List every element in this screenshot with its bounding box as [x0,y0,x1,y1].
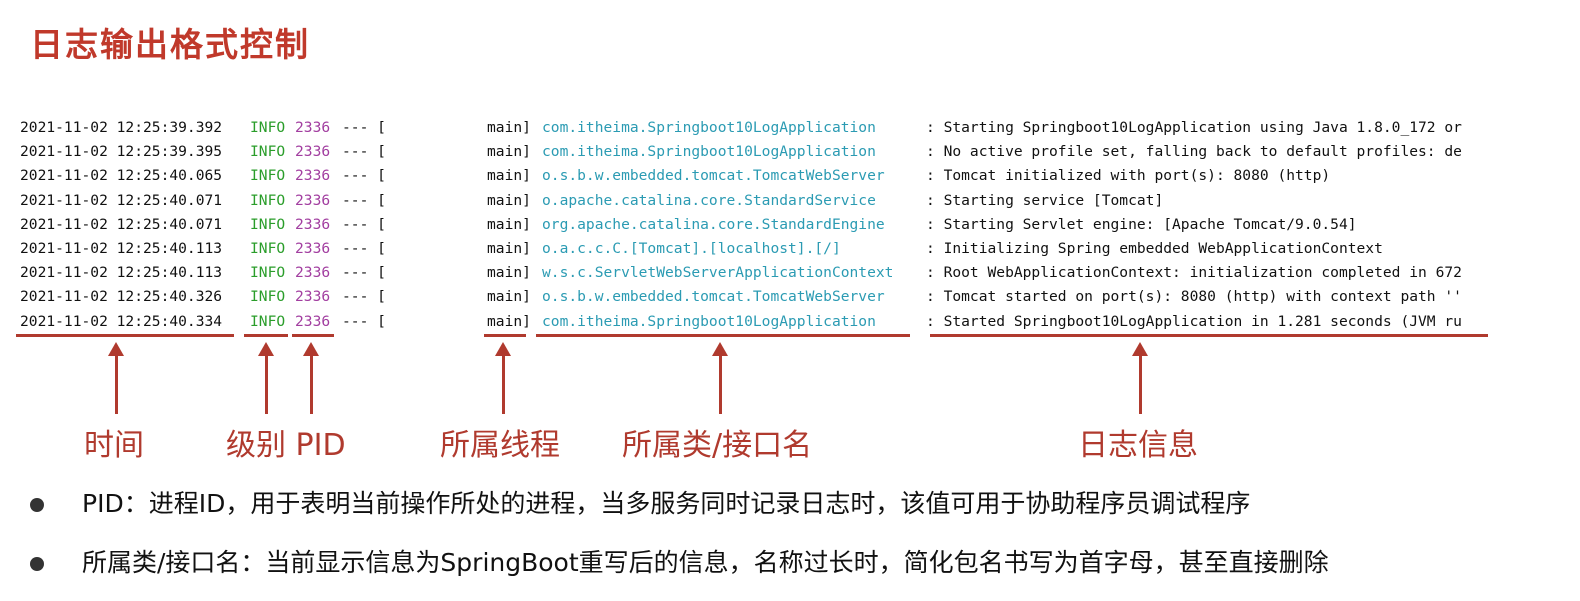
log-level: INFO [250,312,286,330]
log-separator: --- [ [342,239,386,257]
log-message: : Tomcat started on port(s): 8080 (http)… [926,288,1462,306]
log-message: : Root WebApplicationContext: initializa… [926,264,1462,282]
log-row: 2021-11-02 12:25:39.395 INFO 2336 --- [ … [20,140,1462,164]
level-underline [244,334,288,337]
log-message: : Initializing Spring embedded WebApplic… [926,239,1383,257]
log-pid: 2336 [295,239,331,257]
log-level: INFO [250,119,286,136]
log-logger: o.a.c.c.C.[Tomcat].[localhost].[/] [542,239,841,257]
log-separator: --- [ [342,167,386,185]
message-underline [930,334,1488,337]
log-pid: 2336 [295,191,331,209]
log-logger: org.apache.catalina.core.StandardEngine [542,215,885,233]
arrow-shaft [115,354,118,414]
log-thread: main] [487,119,531,136]
arrow-shaft [310,354,313,414]
log-separator: --- [ [342,191,386,209]
log-separator: --- [ [342,288,386,306]
log-time: 2021-11-02 12:25:40.334 [20,312,223,330]
log-thread: main] [487,312,531,330]
thread-underline [484,334,526,337]
log-row: 2021-11-02 12:25:40.113 INFO 2336 --- [ … [20,261,1462,285]
log-logger: o.s.b.w.embedded.tomcat.TomcatWebServer [542,167,885,185]
log-message: : Starting Servlet engine: [Apache Tomca… [926,215,1357,233]
log-thread: main] [487,264,531,282]
log-thread: main] [487,167,531,185]
log-message: : Starting Springboot10LogApplication us… [926,119,1462,136]
bullet-dot-icon [30,498,44,512]
label-logger: 所属类/接口名 [622,428,813,463]
log-time: 2021-11-02 12:25:40.113 [20,264,223,282]
bullet-dot-icon [30,557,44,571]
arrow-shaft [265,354,268,414]
log-time: 2021-11-02 12:25:40.071 [20,191,223,209]
log-level: INFO [250,215,286,233]
log-pid: 2336 [295,143,331,161]
bullet-text: PID：进程ID，用于表明当前操作所处的进程，当多服务同时记录日志时，该值可用于… [82,489,1251,518]
log-logger: com.itheima.Springboot10LogApplication [542,143,876,161]
log-pid: 2336 [295,167,331,185]
log-message: : Started Springboot10LogApplication in … [926,312,1462,330]
log-message: : No active profile set, falling back to… [926,143,1462,161]
arrow-shaft [719,354,722,414]
log-row: 2021-11-02 12:25:40.113 INFO 2336 --- [ … [20,237,1383,261]
log-level: INFO [250,143,286,161]
log-separator: --- [ [342,264,386,282]
log-time: 2021-11-02 12:25:40.065 [20,167,223,185]
log-time: 2021-11-02 12:25:39.392 [20,119,223,136]
bullet-item: PID：进程ID，用于表明当前操作所处的进程，当多服务同时记录日志时，该值可用于… [30,484,1250,520]
label-level-pid: 级别 PID [226,428,346,463]
log-pid: 2336 [295,312,331,330]
log-thread: main] [487,143,531,161]
log-pid: 2336 [295,215,331,233]
log-output: 2021-11-02 12:25:39.392 INFO 2336 --- [ … [20,116,1462,334]
label-time: 时间 [84,428,144,463]
log-level: INFO [250,167,286,185]
log-row: 2021-11-02 12:25:39.392 INFO 2336 --- [ … [20,116,1462,140]
arrow-shaft [1139,354,1142,414]
log-logger: w.s.c.ServletWebServerApplicationContext [542,264,894,282]
time-underline [16,334,234,337]
log-level: INFO [250,288,286,306]
log-thread: main] [487,191,531,209]
log-separator: --- [ [342,215,386,233]
log-thread: main] [487,215,531,233]
log-row: 2021-11-02 12:25:40.071 INFO 2336 --- [ … [20,189,1163,213]
log-pid: 2336 [295,119,331,136]
log-row: 2021-11-02 12:25:40.334 INFO 2336 --- [ … [20,310,1462,334]
log-logger: com.itheima.Springboot10LogApplication [542,312,876,330]
pid-underline [292,334,334,337]
page-title: 日志输出格式控制 [30,25,310,64]
label-thread: 所属线程 [440,428,560,463]
log-separator: --- [ [342,312,386,330]
log-thread: main] [487,239,531,257]
log-separator: --- [ [342,143,386,161]
log-thread: main] [487,288,531,306]
log-row: 2021-11-02 12:25:40.326 INFO 2336 --- [ … [20,285,1462,309]
log-logger: o.s.b.w.embedded.tomcat.TomcatWebServer [542,288,885,306]
log-logger: com.itheima.Springboot10LogApplication [542,119,876,136]
log-row: 2021-11-02 12:25:40.065 INFO 2336 --- [ … [20,164,1330,188]
bullet-text: 所属类/接口名：当前显示信息为SpringBoot重写后的信息，名称过长时，简化… [82,548,1329,577]
log-message: : Tomcat initialized with port(s): 8080 … [926,167,1331,185]
log-time: 2021-11-02 12:25:39.395 [20,143,223,161]
log-pid: 2336 [295,264,331,282]
label-message: 日志信息 [1078,428,1198,463]
logger-underline [536,334,910,337]
log-separator: --- [ [342,119,386,136]
log-row: 2021-11-02 12:25:40.071 INFO 2336 --- [ … [20,213,1357,237]
log-logger: o.apache.catalina.core.StandardService [542,191,876,209]
log-level: INFO [250,239,286,257]
arrow-shaft [502,354,505,414]
log-level: INFO [250,264,286,282]
log-pid: 2336 [295,288,331,306]
log-level: INFO [250,191,286,209]
log-time: 2021-11-02 12:25:40.113 [20,239,223,257]
log-time: 2021-11-02 12:25:40.326 [20,288,223,306]
bullet-item: 所属类/接口名：当前显示信息为SpringBoot重写后的信息，名称过长时，简化… [30,543,1329,579]
log-message: : Starting service [Tomcat] [926,191,1164,209]
log-time: 2021-11-02 12:25:40.071 [20,215,223,233]
